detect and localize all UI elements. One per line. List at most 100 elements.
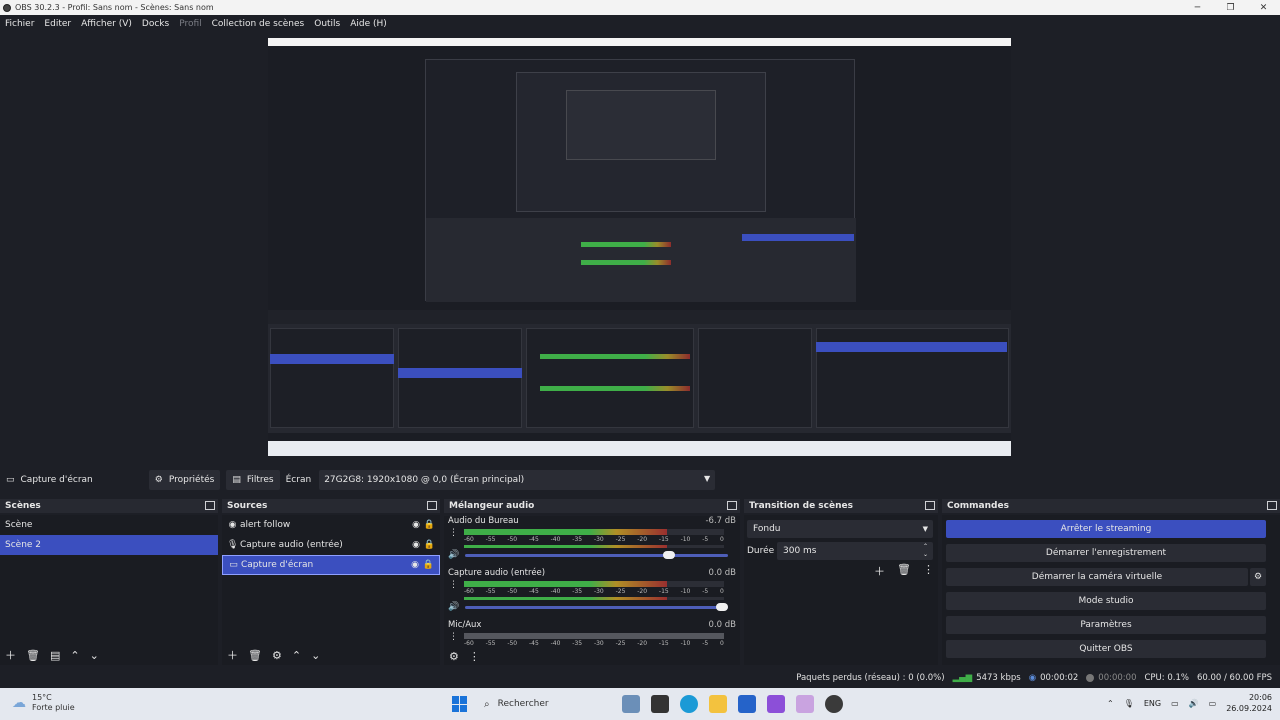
properties-button[interactable]: ⚙ Propriétés: [148, 470, 221, 490]
meter-scale-tick: -5: [702, 588, 709, 595]
arrow-up-icon[interactable]: ⌃: [292, 649, 301, 662]
speaker-icon[interactable]: 🔊: [448, 602, 459, 612]
more-icon[interactable]: ⋮: [469, 650, 480, 663]
scene-item[interactable]: Scène: [0, 515, 218, 535]
signal-bars-icon: ▂▄▆: [952, 673, 973, 683]
start-recording-button[interactable]: Démarrer l'enregistrement: [946, 544, 1266, 562]
volume-slider[interactable]: [465, 602, 728, 611]
eye-icon[interactable]: ◉: [412, 540, 420, 550]
add-icon[interactable]: ＋: [874, 563, 885, 579]
chevron-up-icon[interactable]: ⌃: [1107, 699, 1114, 708]
arrow-down-icon[interactable]: ⌄: [311, 649, 320, 662]
microphone-icon[interactable]: 🎙: [1124, 699, 1134, 708]
filters-button[interactable]: ▤ Filtres: [226, 470, 280, 490]
trash-icon[interactable]: 🗑: [897, 563, 911, 579]
add-icon[interactable]: ＋: [5, 647, 16, 663]
mixer-dock: Mélangeur audio Audio du Bureau -6.7 dB ⋮…: [444, 499, 740, 665]
transition-body: Fondu ▼ Durée 300 ms ⌃ ⌄ ＋ 🗑 ⋮: [744, 515, 938, 665]
menu-fichier[interactable]: Fichier: [5, 19, 34, 29]
media-app-icon[interactable]: [767, 695, 785, 713]
volume-knob[interactable]: [663, 550, 676, 559]
more-icon[interactable]: ⋮: [449, 529, 458, 538]
virtual-camera-settings-button[interactable]: ⚙: [1250, 568, 1266, 586]
maximize-button[interactable]: ❐: [1214, 3, 1247, 13]
language-indicator[interactable]: ENG: [1144, 699, 1161, 708]
snipping-tool-icon[interactable]: [796, 695, 814, 713]
windows-start-icon[interactable]: [452, 696, 468, 712]
meter-scale-tick: -20: [637, 536, 648, 543]
edge-browser-icon[interactable]: [680, 695, 698, 713]
sources-dock: Sources ◉ alert follow ◉ 🔒 🎙 Capture aud…: [222, 499, 440, 665]
transition-select[interactable]: Fondu ▼: [747, 520, 933, 538]
filter-icon[interactable]: ▤: [50, 649, 60, 662]
studio-mode-button[interactable]: Mode studio: [946, 592, 1266, 610]
file-explorer-icon[interactable]: [709, 695, 727, 713]
source-item-selected[interactable]: ▭ Capture d'écran ◉ 🔒: [222, 555, 440, 575]
mixer-track: Capture audio (entrée) 0.0 dB ⋮ -60 -55 -50…: [444, 568, 740, 620]
menu-editer[interactable]: Editer: [44, 19, 71, 29]
menu-docks[interactable]: Docks: [142, 19, 169, 29]
close-button[interactable]: ✕: [1247, 3, 1280, 13]
spinner-icon[interactable]: ⌃ ⌄: [923, 543, 928, 559]
lock-icon[interactable]: 🔒: [424, 520, 435, 530]
lock-icon[interactable]: 🔒: [423, 560, 434, 570]
track-db: 0.0 dB: [708, 568, 736, 578]
battery-icon[interactable]: ▭: [1209, 699, 1217, 708]
more-icon[interactable]: ⋮: [449, 633, 458, 642]
more-icon[interactable]: ⋮: [923, 563, 934, 579]
menu-profil[interactable]: Profil: [179, 19, 201, 29]
stream-icon: ◉: [1028, 673, 1037, 683]
screen-select[interactable]: 27G2G8: 1920x1080 @ 0,0 (Écran principal…: [319, 470, 716, 490]
mixer-track: Audio du Bureau -6.7 dB ⋮ -60 -55 -50 -45 -40…: [444, 516, 740, 568]
undock-icon[interactable]: [1267, 501, 1277, 510]
source-item[interactable]: 🎙 Capture audio (entrée) ◉ 🔒: [222, 535, 440, 555]
more-icon[interactable]: ⋮: [449, 581, 458, 590]
trash-icon[interactable]: 🗑: [248, 649, 262, 662]
duration-input[interactable]: 300 ms ⌃ ⌄: [777, 542, 933, 560]
store-icon[interactable]: [738, 695, 756, 713]
volume-knob[interactable]: [716, 602, 728, 611]
weather-widget[interactable]: ☁ 15°C Forte pluie: [12, 693, 75, 713]
arrow-up-icon[interactable]: ⌃: [70, 649, 79, 662]
minimize-button[interactable]: ─: [1181, 3, 1214, 13]
lock-icon[interactable]: 🔒: [424, 540, 435, 550]
source-item[interactable]: ◉ alert follow ◉ 🔒: [222, 515, 440, 535]
scenes-title: Scènes: [5, 501, 41, 511]
scenes-header: Scènes: [0, 499, 218, 513]
sources-list: ◉ alert follow ◉ 🔒 🎙 Capture audio (entr…: [222, 515, 440, 665]
menu-afficher[interactable]: Afficher (V): [81, 19, 132, 29]
scene-item-selected[interactable]: Scène 2: [0, 535, 218, 555]
volume-slider[interactable]: [465, 550, 728, 559]
gear-icon[interactable]: ⚙: [272, 649, 282, 662]
program-preview[interactable]: [268, 38, 1011, 456]
menu-collection[interactable]: Collection de scènes: [212, 19, 305, 29]
arrow-down-icon[interactable]: ⌄: [90, 649, 99, 662]
undock-icon[interactable]: [205, 501, 215, 510]
settings-button[interactable]: Paramètres: [946, 616, 1266, 634]
speaker-icon[interactable]: 🔊: [448, 550, 459, 560]
eye-icon[interactable]: ◉: [412, 520, 420, 530]
network-icon[interactable]: ▭: [1171, 699, 1179, 708]
obs-app-icon: [3, 3, 11, 12]
obs-taskbar-icon[interactable]: [825, 695, 843, 713]
menu-outils[interactable]: Outils: [314, 19, 340, 29]
undock-icon[interactable]: [925, 501, 935, 510]
settings-icon[interactable]: ⚙: [449, 650, 459, 663]
menu-aide[interactable]: Aide (H): [350, 19, 387, 29]
current-source: ▭ Capture d'écran: [0, 470, 99, 490]
task-view-icon[interactable]: [651, 695, 669, 713]
scenes-footer: ＋ 🗑 ▤ ⌃ ⌄: [0, 645, 218, 665]
undock-icon[interactable]: [727, 501, 737, 510]
stop-streaming-button[interactable]: Arrêter le streaming: [946, 520, 1266, 538]
taskbar-search[interactable]: ⌕ Rechercher: [478, 694, 618, 714]
clock[interactable]: 20:06 26.09.2024: [1226, 692, 1272, 714]
volume-icon[interactable]: 🔊: [1189, 699, 1199, 708]
bird-app-icon[interactable]: [622, 695, 640, 713]
quit-obs-button[interactable]: Quitter OBS: [946, 640, 1266, 658]
microphone-icon: 🎙: [227, 540, 239, 550]
trash-icon[interactable]: 🗑: [26, 649, 40, 662]
add-icon[interactable]: ＋: [227, 647, 238, 663]
undock-icon[interactable]: [427, 501, 437, 510]
eye-icon[interactable]: ◉: [411, 560, 419, 570]
start-virtual-camera-button[interactable]: Démarrer la caméra virtuelle: [946, 568, 1248, 586]
